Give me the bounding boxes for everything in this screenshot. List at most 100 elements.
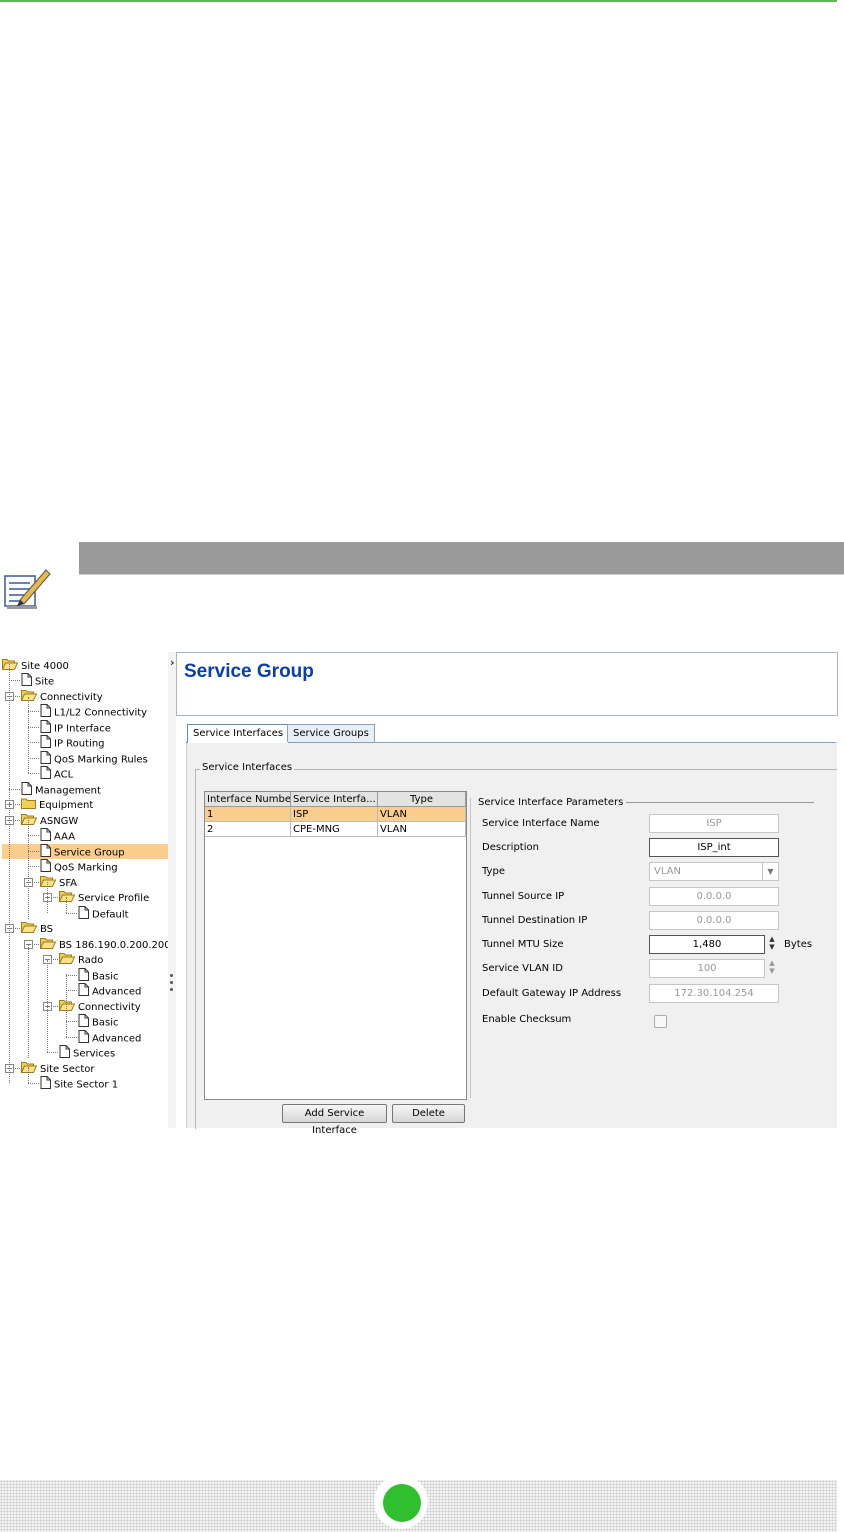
tree-item-advanced[interactable]: Advanced: [78, 1030, 141, 1045]
tree-connector: [28, 866, 39, 867]
tree-item-label: IP Routing: [54, 738, 105, 750]
folder-open-icon: [58, 952, 76, 969]
params-separator: [470, 798, 471, 1098]
column-header-interface-number[interactable]: Interface Number: [205, 792, 291, 807]
mtu-unit-label: Bytes: [784, 939, 813, 950]
tree-connector: [9, 664, 10, 1083]
tree-item-ip-interface[interactable]: IP Interface: [40, 720, 111, 735]
service-interfaces-table: Interface Number Service Interfa... Type…: [204, 791, 467, 1100]
cell-type: VLAN: [378, 807, 466, 822]
tree-item-sfa[interactable]: SFA: [39, 875, 78, 892]
tree-item-site[interactable]: Site: [21, 673, 54, 688]
collapse-chevron-icon[interactable]: ›: [170, 656, 175, 669]
tunnel-source-ip-field[interactable]: 0.0.0.0: [649, 887, 779, 906]
tunnel-mtu-size-label: Tunnel MTU Size: [482, 939, 564, 950]
tab-service-groups[interactable]: Service Groups: [287, 724, 375, 742]
cell-service-interface: CPE-MNG: [291, 822, 378, 837]
folder-open-icon: [1, 658, 19, 675]
tree-item-service-group[interactable]: Service Group: [2, 844, 168, 859]
top-accent-line: [0, 0, 837, 2]
title-panel: Service Group: [176, 652, 838, 716]
table-row[interactable]: 2 CPE-MNG VLAN: [205, 822, 466, 837]
tree-item-bs-186-190-0-200-200[interactable]: BS 186.190.0.200.200.: [39, 937, 168, 952]
column-header-type[interactable]: Type: [378, 792, 466, 807]
tree-item-label: Default: [92, 909, 129, 921]
tree-item-label: Management: [35, 785, 101, 797]
note-header-bar: [79, 542, 844, 574]
mtu-spinner-icon[interactable]: ▲ ▼: [765, 935, 779, 954]
tree-item-rado[interactable]: Rado: [58, 952, 103, 969]
table-row[interactable]: 1 ISP VLAN: [205, 807, 466, 822]
enable-checksum-checkbox[interactable]: [654, 1015, 667, 1028]
folder-open-icon: [39, 875, 57, 892]
page-icon: [40, 1076, 51, 1094]
default-gateway-field[interactable]: 172.30.104.254: [649, 984, 779, 1003]
tree-item-ip-routing[interactable]: IP Routing: [40, 735, 105, 750]
service-interface-name-label: Service Interface Name: [482, 818, 600, 829]
tree-item-bs[interactable]: BS: [20, 921, 53, 936]
splitter-grip-icon: [170, 988, 173, 991]
tree-item-aaa[interactable]: AAA: [40, 828, 75, 843]
tree-item-connectivity[interactable]: Connectivity: [58, 999, 141, 1016]
tree-connector: [66, 1037, 77, 1038]
tree-item-acl[interactable]: ACL: [40, 766, 73, 781]
tunnel-mtu-size-field[interactable]: 1,480: [649, 935, 765, 954]
tree-item-qos-marking[interactable]: QoS Marking: [40, 859, 118, 874]
tree-item-label: Basic: [92, 971, 119, 983]
tree-item-label: Advanced: [92, 1033, 142, 1045]
delete-button[interactable]: Delete: [392, 1104, 465, 1123]
type-select[interactable]: VLAN ▼: [649, 862, 779, 881]
tree-connector: [66, 975, 77, 976]
vlan-spinner-icon[interactable]: ▲ ▼: [765, 959, 779, 978]
tree-item-services[interactable]: Services: [59, 1045, 115, 1060]
tree-item-asngw[interactable]: ASNGW: [20, 813, 78, 830]
tree-item-label: SFA: [59, 878, 78, 889]
description-field[interactable]: ISP_int: [649, 838, 779, 857]
tree-item-label: ACL: [54, 769, 74, 781]
tree-item-connectivity[interactable]: Connectivity: [20, 689, 103, 704]
tree-connector: [28, 758, 39, 759]
service-vlan-id-field[interactable]: 100: [649, 959, 765, 978]
tree-item-equipment[interactable]: Equipment: [21, 797, 93, 812]
chevron-down-icon[interactable]: ▼: [762, 863, 778, 880]
tree-item-site-4000[interactable]: Site 4000: [1, 658, 69, 675]
tree-item-qos-marking-rules[interactable]: QoS Marking Rules: [40, 751, 148, 766]
tree-item-label: Service Group: [54, 847, 125, 859]
note-header-underline: [79, 574, 844, 575]
tree-item-label: QoS Marking: [54, 862, 118, 874]
navigation-tree: Site 4000 Site Connectivity − L1/L2 Connecti…: [0, 652, 169, 1128]
tree-item-basic[interactable]: Basic: [78, 968, 118, 983]
tree-item-label: Basic: [92, 1017, 119, 1029]
tree-connector: [28, 742, 39, 743]
tree-item-basic[interactable]: Basic: [78, 1014, 118, 1029]
tab-strip: Service Interfaces Service Groups: [186, 724, 836, 743]
tree-connector: [9, 680, 20, 681]
tree-item-default[interactable]: Default: [78, 906, 129, 921]
folder-open-icon: [58, 999, 76, 1016]
tree-item-management[interactable]: Management: [21, 782, 101, 797]
tree-connector: [28, 1083, 39, 1084]
tree-connector: [47, 1052, 58, 1053]
folder-open-icon: [20, 813, 38, 830]
tree-item-label: Services: [73, 1048, 116, 1060]
tree-connector: [28, 835, 39, 836]
folder-closed-icon: [21, 797, 36, 814]
tab-service-interfaces[interactable]: Service Interfaces: [187, 724, 290, 743]
tree-item-service-profile[interactable]: Service Profile: [58, 890, 149, 905]
add-service-interface-button[interactable]: Add Service Interface: [282, 1104, 387, 1136]
tree-splitter[interactable]: [168, 652, 176, 1128]
tree-connector: [66, 913, 77, 914]
tree-item-label: Site Sector 1: [54, 1079, 119, 1091]
service-interface-name-field[interactable]: ISP: [649, 814, 779, 833]
column-header-service-interface[interactable]: Service Interfa...: [291, 792, 378, 807]
folder-open-icon: [20, 1061, 38, 1078]
tree-item-advanced[interactable]: Advanced: [78, 983, 141, 998]
tree-item-site-sector-1[interactable]: Site Sector 1: [40, 1076, 118, 1091]
cell-interface-number: 2: [205, 822, 291, 837]
enable-checksum-label: Enable Checksum: [482, 1014, 572, 1025]
service-vlan-id-label: Service VLAN ID: [482, 963, 563, 974]
tree-item-l1-l2-connectivity[interactable]: L1/L2 Connectivity: [40, 704, 147, 719]
tree-connector: [28, 727, 39, 728]
tree-item-site-sector[interactable]: Site Sector: [20, 1061, 95, 1078]
tunnel-destination-ip-field[interactable]: 0.0.0.0: [649, 911, 779, 930]
